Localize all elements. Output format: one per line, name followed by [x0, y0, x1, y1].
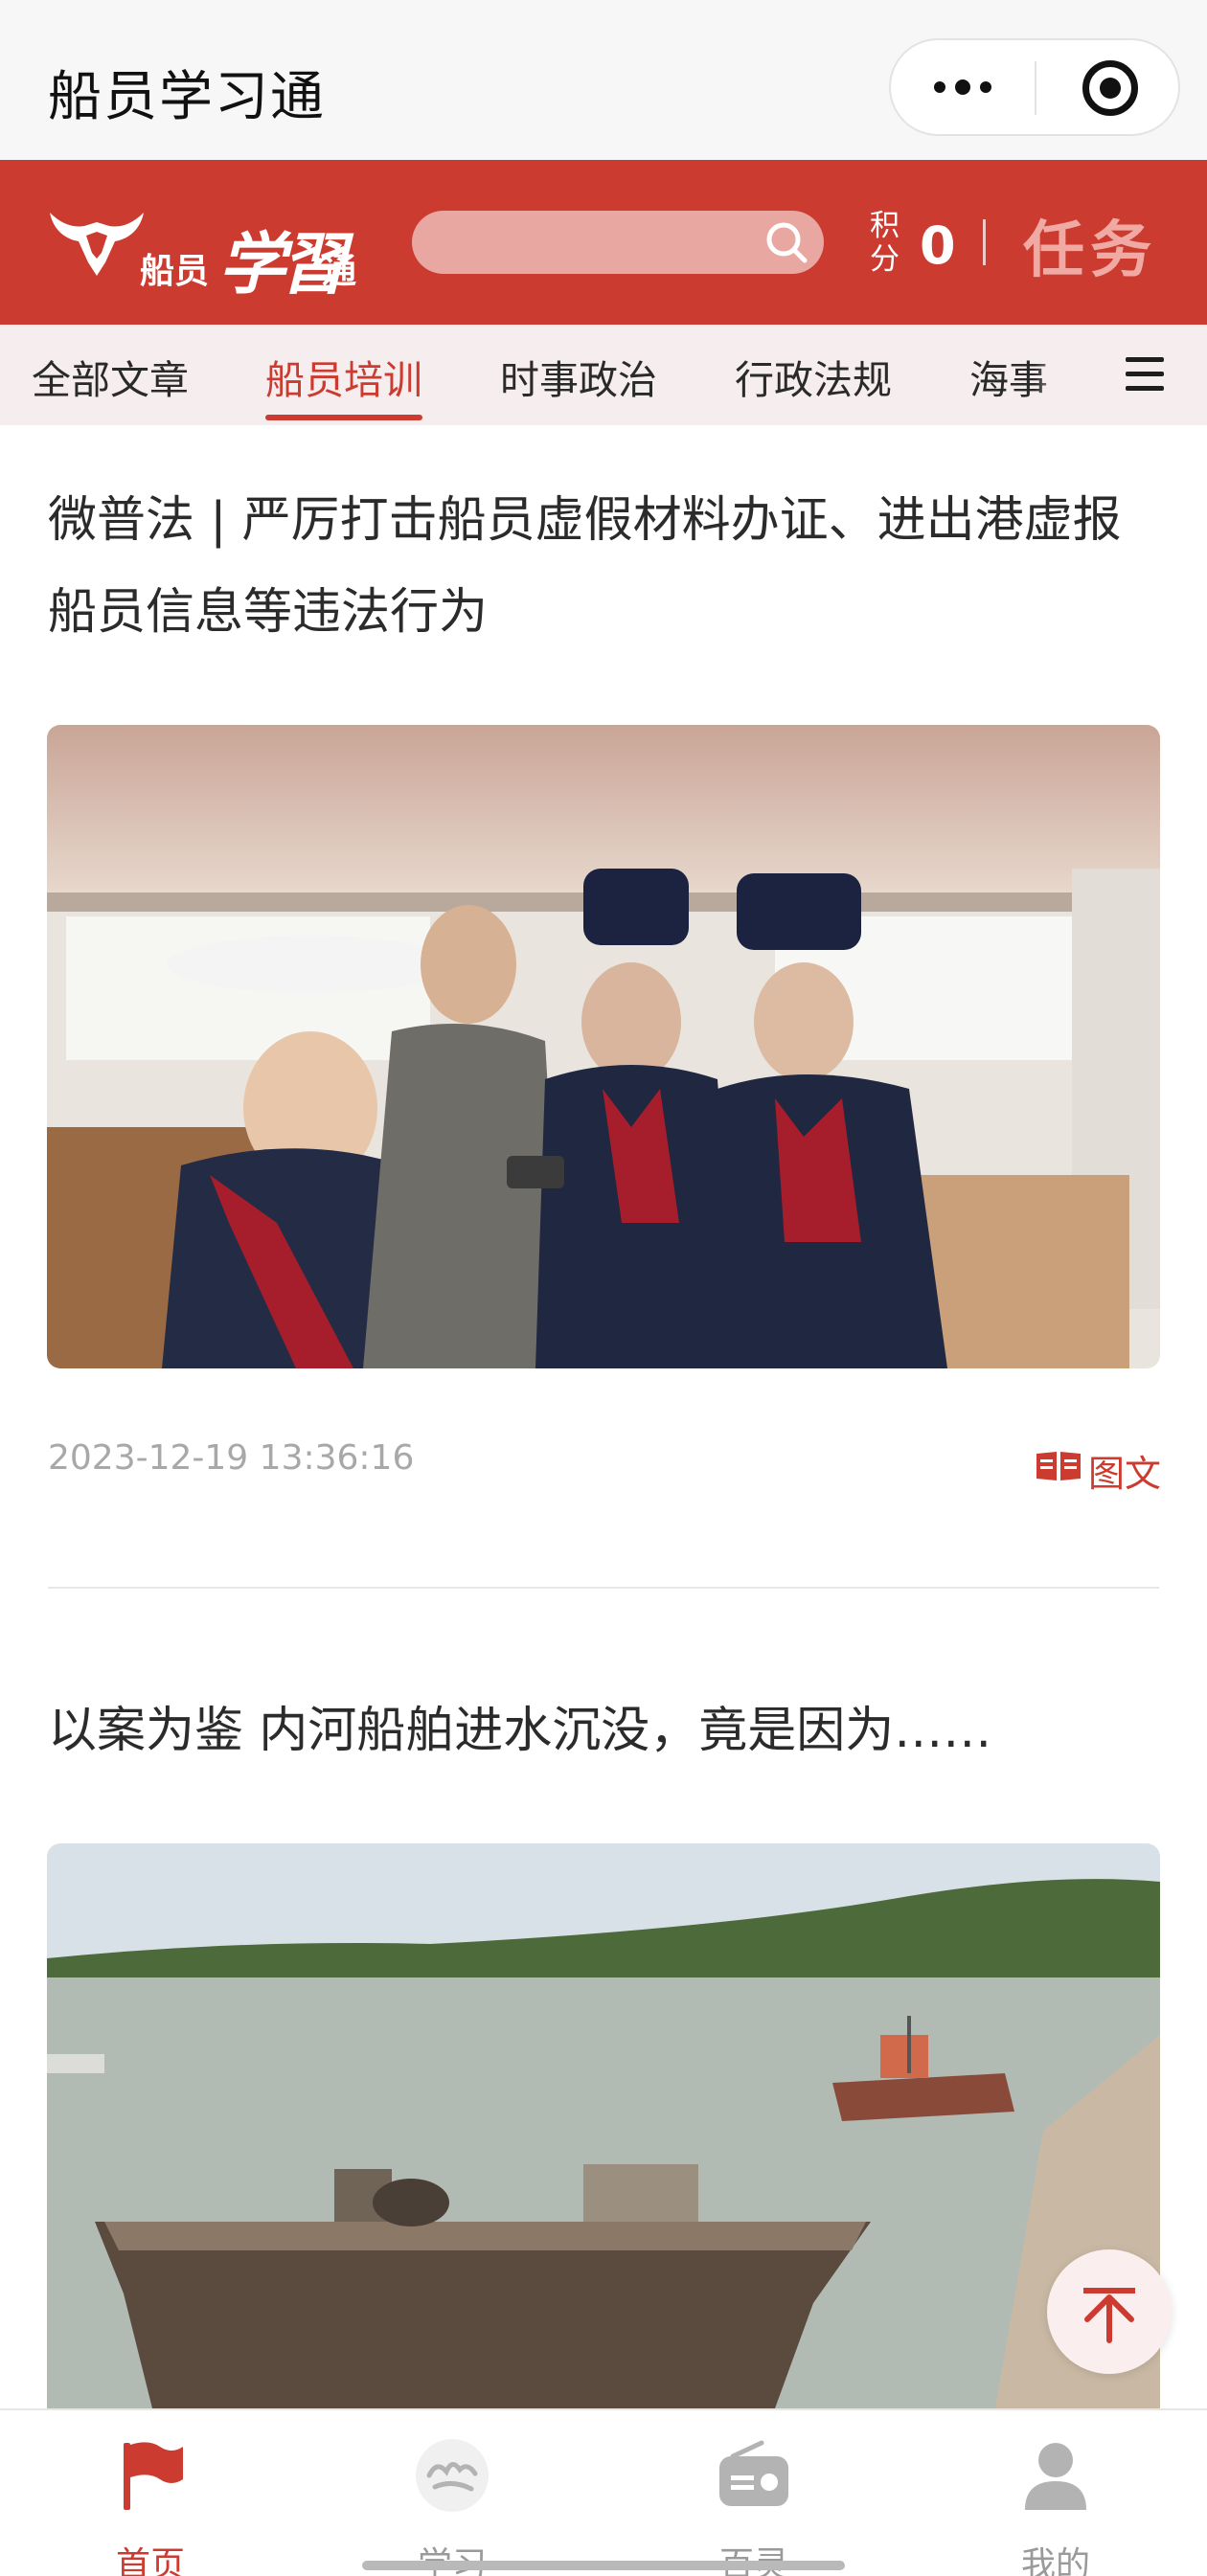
bottom-navigation: 首页 学习 百灵 我的: [0, 2408, 1207, 2576]
app-header: 船员 学習 通 积分 0 任务: [0, 160, 1207, 325]
logo-text-crew: 船员: [140, 251, 210, 291]
capsule-menu: [889, 38, 1180, 136]
app-title: 船员学习通: [48, 66, 326, 128]
radio-icon: [719, 2440, 788, 2506]
article-title[interactable]: 以案为鉴 内河船舶进水沉没，竟是因为……: [48, 1685, 1159, 1777]
article-title[interactable]: 微普法 | 严厉打击船员虚假材料办证、进出港虚报船员信息等违法行为: [48, 475, 1159, 659]
article-type-badge: 图文: [1035, 1444, 1169, 1495]
active-tab-indicator: [265, 415, 422, 420]
nav-mine[interactable]: 我的: [969, 2429, 1142, 2576]
nav-bailing[interactable]: 百灵: [668, 2429, 840, 2576]
nav-label: 首页: [115, 2545, 185, 2576]
ox-logo-icon: [50, 213, 144, 276]
article-image[interactable]: [47, 725, 1160, 1368]
inspection-photo: [47, 725, 1160, 1368]
user-icon: [1025, 2443, 1086, 2510]
article-timestamp: 2023-12-19 13:36:16: [48, 1438, 415, 1478]
sinking-vessel-photo: [47, 1843, 1160, 2408]
tab-current-affairs[interactable]: 时事政治: [500, 348, 657, 405]
capsule-divider: [1035, 61, 1036, 115]
article-type-label: 图文: [1088, 1453, 1162, 1495]
home-indicator: [362, 2561, 845, 2570]
header-divider: [983, 219, 986, 265]
logo-text-tong: 通: [322, 251, 357, 291]
tab-label: 时事政治: [500, 357, 657, 403]
search-input[interactable]: [412, 211, 824, 274]
task-button[interactable]: 任务: [1023, 201, 1157, 289]
arrow-up-icon: [1083, 2288, 1135, 2343]
flag-icon: [124, 2442, 183, 2510]
nav-label: 我的: [1020, 2545, 1090, 2576]
tab-administrative-regulations[interactable]: 行政法规: [735, 348, 892, 405]
article-image[interactable]: [47, 1843, 1160, 2408]
tab-all-articles[interactable]: 全部文章: [32, 348, 189, 405]
search-icon[interactable]: [763, 218, 810, 266]
nav-home[interactable]: 首页: [64, 2429, 237, 2576]
menu-icon[interactable]: [1126, 353, 1168, 395]
tab-label: 行政法规: [735, 357, 892, 403]
tab-label: 船员培训: [265, 357, 422, 403]
points-label: 积分: [870, 209, 900, 277]
points-value: 0: [920, 215, 956, 276]
category-tabs: 全部文章 船员培训 时事政治 行政法规 海事: [0, 325, 1207, 425]
article-divider: [48, 1587, 1159, 1589]
mini-program-top-bar: 船员学习通: [0, 0, 1207, 160]
tab-label: 全部文章: [32, 357, 189, 403]
nav-study[interactable]: 学习: [366, 2429, 538, 2576]
more-options-icon[interactable]: [891, 40, 1035, 134]
tabs-fade: [1035, 325, 1073, 425]
app-logo: 船员 学習 通: [44, 203, 370, 304]
tab-crew-training[interactable]: 船员培训: [265, 348, 422, 420]
study-logo-icon: [416, 2439, 489, 2512]
back-to-top-button[interactable]: [1047, 2249, 1172, 2374]
book-icon: [1036, 1452, 1081, 1480]
close-miniprogram-icon[interactable]: [1082, 60, 1138, 116]
